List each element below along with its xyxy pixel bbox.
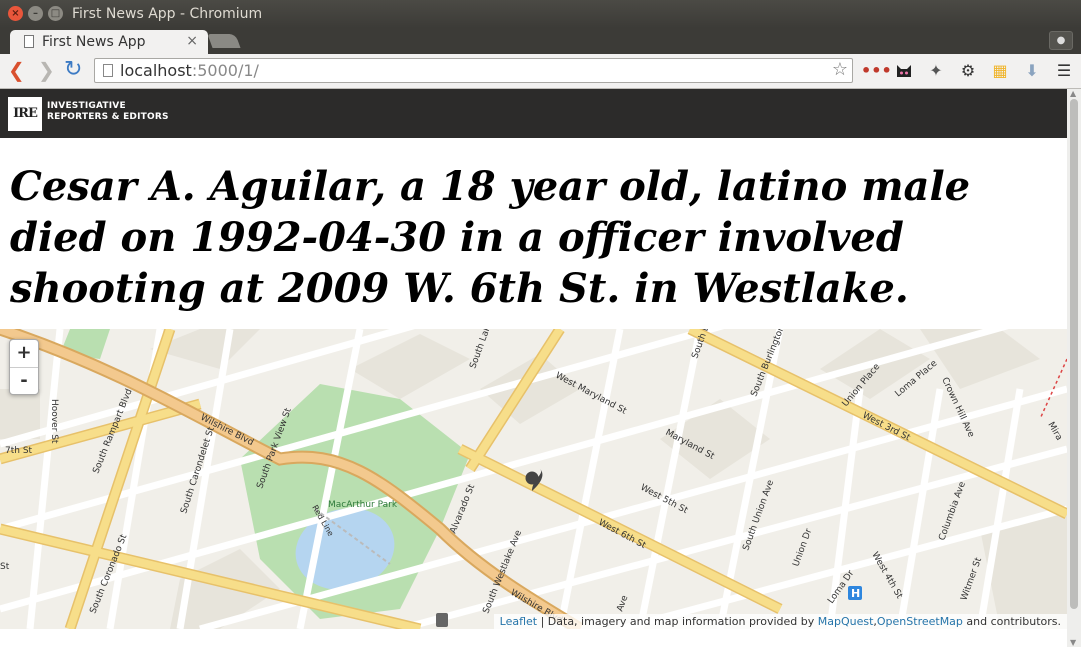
address-bar[interactable]: localhost:5000/1/ ☆ (94, 58, 853, 83)
scroll-down-icon[interactable]: ▼ (1070, 638, 1076, 647)
extension-dots-icon[interactable]: ••• (861, 61, 892, 81)
leaflet-link[interactable]: Leaflet (500, 615, 537, 628)
scrollbar-thumb[interactable] (1070, 99, 1078, 609)
zoom-out-button[interactable]: - (10, 368, 38, 395)
svg-text:H: H (851, 587, 860, 600)
page-icon (24, 35, 34, 48)
scroll-up-icon[interactable]: ▲ (1070, 89, 1076, 98)
transit-icon (436, 613, 448, 627)
zoom-control: + - (9, 339, 39, 395)
org-name: INVESTIGATIVE REPORTERS & EDITORS (47, 101, 169, 123)
window-close-button[interactable]: × (8, 6, 23, 21)
attribution-tail: and contributors. (962, 615, 1061, 628)
mapquest-link[interactable]: MapQuest (818, 615, 874, 628)
tab-label: First News App (42, 34, 146, 50)
url-host: localhost (120, 61, 192, 80)
new-tab-button[interactable] (207, 34, 241, 48)
reload-button[interactable]: ↻ (64, 58, 82, 82)
tab-close-icon[interactable]: × (186, 33, 198, 49)
page-viewport: IRE INVESTIGATIVE REPORTERS & EDITORS Ce… (0, 89, 1067, 647)
profile-icon[interactable]: ● (1049, 31, 1073, 50)
extension-cat-icon[interactable] (894, 61, 914, 81)
page-icon (103, 64, 113, 77)
back-button[interactable]: ❮ (8, 58, 25, 82)
location-marker-head (525, 471, 539, 485)
window-maximize-button[interactable]: □ (48, 6, 63, 21)
extension-blocks-icon[interactable]: ▦ (990, 61, 1010, 81)
osm-link[interactable]: OpenStreetMap (877, 615, 963, 628)
attribution-text: | Data, imagery and map information prov… (537, 615, 818, 628)
browser-toolbar: ❮ ❯ ↻ localhost:5000/1/ ☆ ••• ✦ ⚙ ▦ ⬇ ☰ (0, 54, 1081, 89)
label-7th: 7th St (5, 446, 33, 456)
tab-first-news-app[interactable]: First News App × (10, 30, 208, 54)
download-icon[interactable]: ⬇ (1022, 61, 1042, 81)
forward-button[interactable]: ❯ (38, 58, 55, 82)
zoom-in-button[interactable]: + (10, 340, 38, 368)
ire-logo[interactable]: IRE (8, 97, 42, 131)
org-name-line1: INVESTIGATIVE (47, 101, 126, 111)
map[interactable]: Wilshire Blvd Wilshire Blvd West 6th St … (0, 329, 1067, 629)
window-minimize-button[interactable]: – (28, 6, 43, 21)
settings-gear-icon[interactable]: ⚙ (958, 61, 978, 81)
label-st: St (0, 562, 10, 572)
extension-pin-icon[interactable]: ✦ (926, 61, 946, 81)
page-title: Cesar A. Aguilar, a 18 year old, latino … (10, 163, 971, 312)
map-attribution: Leaflet | Data, imagery and map informat… (493, 614, 1067, 629)
label-park: MacArthur Park (328, 500, 398, 510)
site-header: IRE INVESTIGATIVE REPORTERS & EDITORS (0, 89, 1067, 138)
tab-strip: First News App × ● (0, 28, 1081, 54)
label-hoover: Hoover St (49, 399, 59, 444)
map-tiles[interactable]: Wilshire Blvd Wilshire Blvd West 6th St … (0, 329, 1067, 629)
bookmark-star-icon[interactable]: ☆ (832, 59, 848, 80)
url-path: :5000/1/ (191, 61, 259, 80)
url-text[interactable]: localhost:5000/1/ (120, 61, 259, 80)
vertical-scrollbar[interactable]: ▲ ▼ (1067, 89, 1081, 647)
window-title-bar: × – □ First News App - Chromium (0, 0, 1081, 28)
menu-icon[interactable]: ☰ (1054, 61, 1074, 81)
org-name-line2: REPORTERS & EDITORS (47, 112, 169, 122)
window-title: First News App - Chromium (72, 6, 263, 22)
